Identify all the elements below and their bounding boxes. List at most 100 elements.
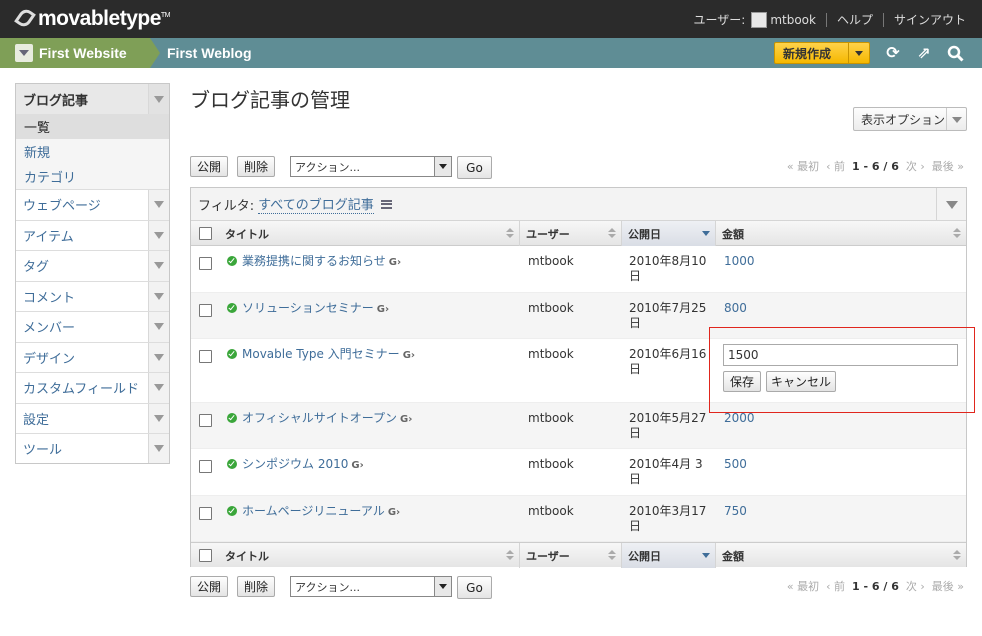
display-options-button[interactable]: 表示オプション xyxy=(853,107,967,131)
chevron-down-icon[interactable] xyxy=(148,251,169,281)
amount-cell[interactable]: 750 xyxy=(724,504,747,519)
refresh-icon[interactable]: ⟳ xyxy=(884,45,902,63)
list-icon[interactable] xyxy=(380,199,392,209)
username-link[interactable]: mtbook xyxy=(770,13,816,27)
column-header-user[interactable]: ユーザー xyxy=(520,221,622,246)
amount-cell[interactable]: 2000 xyxy=(724,411,755,426)
chevron-down-icon[interactable] xyxy=(848,43,869,63)
view-entry-icon[interactable]: G› xyxy=(388,505,400,520)
entry-title-link[interactable]: 業務提携に関するお知らせ xyxy=(242,254,386,268)
chevron-down-icon[interactable] xyxy=(946,108,966,130)
blog-name[interactable]: First Weblog xyxy=(167,45,252,61)
entry-title-link[interactable]: シンポジウム 2010 xyxy=(242,457,348,471)
amount-cell[interactable]: 1000 xyxy=(724,254,755,269)
sidebar-item-webpages[interactable]: ウェブページ xyxy=(16,189,169,220)
row-checkbox[interactable] xyxy=(199,350,212,363)
chevron-down-icon[interactable] xyxy=(148,434,169,463)
column-header-title[interactable]: タイトル xyxy=(219,543,520,568)
sidebar-item-settings[interactable]: 設定 xyxy=(16,402,169,433)
date-line: 2010年4月 3 xyxy=(629,457,703,471)
help-link[interactable]: ヘルプ xyxy=(837,11,873,28)
view-entry-icon[interactable]: G› xyxy=(400,412,412,427)
chevron-down-icon[interactable] xyxy=(148,342,169,372)
sidebar-item-label: タグ xyxy=(23,260,50,276)
sidebar-item-members[interactable]: メンバー xyxy=(16,311,169,342)
view-entry-icon[interactable]: G› xyxy=(403,348,415,363)
publish-button[interactable]: 公開 xyxy=(190,576,228,597)
select-all-checkbox[interactable] xyxy=(199,227,212,240)
amount-link[interactable]: 750 xyxy=(724,504,747,518)
chevron-down-icon[interactable] xyxy=(15,44,33,62)
delete-button[interactable]: 削除 xyxy=(237,576,275,597)
chevron-down-icon[interactable] xyxy=(148,373,169,403)
row-checkbox[interactable] xyxy=(199,460,212,473)
cancel-button[interactable]: キャンセル xyxy=(766,371,836,392)
row-checkbox[interactable] xyxy=(199,507,212,520)
entry-title-link[interactable]: Movable Type 入門セミナー xyxy=(242,347,400,361)
action-select[interactable]: アクション... xyxy=(290,576,452,597)
column-header-amount[interactable]: 金額 xyxy=(716,543,966,568)
amount-link[interactable]: 1000 xyxy=(724,254,755,268)
view-entry-icon[interactable]: G› xyxy=(389,255,401,270)
amount-link[interactable]: 2000 xyxy=(724,411,755,425)
go-button[interactable]: Go xyxy=(457,156,492,179)
sidebar-item-design[interactable]: デザイン xyxy=(16,341,169,372)
sidebar-item-label: アイテム xyxy=(23,229,74,245)
amount-edit-input[interactable]: 1500 xyxy=(723,344,958,366)
chevron-down-icon[interactable] xyxy=(148,281,169,311)
submenu-category[interactable]: カテゴリ xyxy=(16,164,169,189)
view-entry-icon[interactable]: G› xyxy=(351,458,363,473)
row-checkbox[interactable] xyxy=(199,257,212,270)
view-entry-icon[interactable]: G› xyxy=(377,302,389,317)
submenu-new-link[interactable]: 新規 xyxy=(24,142,50,161)
sidebar-item-tags[interactable]: タグ xyxy=(16,250,169,281)
movabletype-logo[interactable]: movabletypeTM xyxy=(14,6,171,31)
entry-title-link[interactable]: オフィシャルサイトオープン xyxy=(242,411,397,425)
action-select[interactable]: アクション... xyxy=(290,156,452,177)
chevron-down-icon[interactable] xyxy=(148,220,169,250)
sidebar-item-custom-fields[interactable]: カスタムフィールド xyxy=(16,372,169,403)
entry-title-link[interactable]: ソリューションセミナー xyxy=(242,301,374,315)
chevron-down-icon[interactable] xyxy=(148,190,169,220)
column-header-date[interactable]: 公開日 xyxy=(622,543,716,568)
column-header-user[interactable]: ユーザー xyxy=(520,543,622,568)
chevron-down-icon[interactable] xyxy=(148,403,169,433)
sidebar-item-entries[interactable]: ブログ記事 xyxy=(16,84,169,114)
pager-range: 1 - 6 / 6 xyxy=(851,580,899,593)
chevron-down-icon[interactable] xyxy=(148,312,169,342)
column-header-date[interactable]: 公開日 xyxy=(622,221,716,246)
amount-link[interactable]: 800 xyxy=(724,301,747,315)
chevron-down-icon[interactable] xyxy=(434,157,451,176)
filter-select-link[interactable]: すべてのブログ記事 xyxy=(258,194,374,214)
amount-cell[interactable]: 800 xyxy=(724,301,747,316)
sidebar-item-comments[interactable]: コメント xyxy=(16,280,169,311)
date-cell: 2010年6月16 日 xyxy=(629,347,706,377)
signout-link[interactable]: サインアウト xyxy=(894,11,966,28)
submenu-list[interactable]: 一覧 xyxy=(16,114,169,139)
delete-button[interactable]: 削除 xyxy=(237,156,275,177)
chevron-down-icon[interactable] xyxy=(434,577,451,596)
submenu-category-link[interactable]: カテゴリ xyxy=(24,167,76,186)
new-create-button[interactable]: 新規作成 xyxy=(774,42,870,64)
column-user-label: ユーザー xyxy=(526,227,570,241)
search-icon[interactable] xyxy=(946,45,964,63)
row-checkbox[interactable] xyxy=(199,414,212,427)
chevron-down-icon[interactable] xyxy=(148,84,169,114)
sidebar-item-assets[interactable]: アイテム xyxy=(16,219,169,250)
sidebar-item-tools[interactable]: ツール xyxy=(16,433,169,464)
submenu-new[interactable]: 新規 xyxy=(16,139,169,164)
column-header-title[interactable]: タイトル xyxy=(219,221,520,246)
published-status-icon xyxy=(227,459,237,469)
save-button[interactable]: 保存 xyxy=(723,371,761,392)
amount-cell[interactable]: 500 xyxy=(724,457,747,472)
entry-title-link[interactable]: ホームページリニューアル xyxy=(242,504,385,518)
go-button[interactable]: Go xyxy=(457,576,492,599)
website-selector[interactable]: First Website xyxy=(0,38,150,68)
row-checkbox[interactable] xyxy=(199,304,212,317)
publish-button[interactable]: 公開 xyxy=(190,156,228,177)
view-site-icon[interactable]: ⇗ xyxy=(915,45,933,63)
select-all-checkbox[interactable] xyxy=(199,549,212,562)
column-header-amount[interactable]: 金額 xyxy=(716,221,966,246)
amount-link[interactable]: 500 xyxy=(724,457,747,471)
chevron-down-icon[interactable] xyxy=(936,188,966,220)
